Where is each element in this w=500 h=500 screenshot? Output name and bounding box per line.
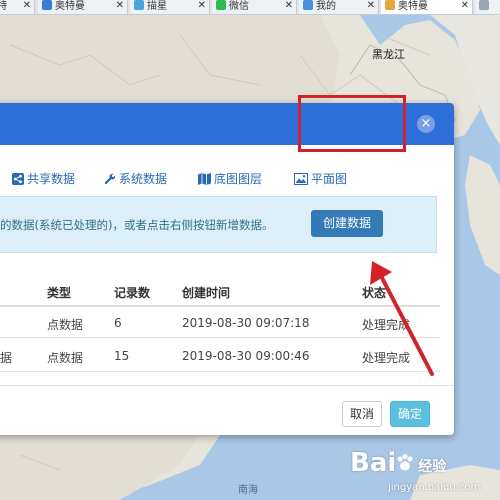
tab-favicon <box>42 0 52 10</box>
cell-name: 据 <box>0 351 13 365</box>
tab-favicon <box>216 0 226 10</box>
column-header-count: 记录数 <box>114 286 151 300</box>
tab-favicon <box>303 0 313 10</box>
browser-tab[interactable] <box>475 0 500 14</box>
row-divider <box>0 337 440 338</box>
cell-status: 处理完成 <box>362 318 411 332</box>
browser-tab-active[interactable]: 奥特曼 ✕ <box>381 0 473 14</box>
cancel-button[interactable]: 取消 <box>342 401 382 427</box>
ok-button[interactable]: 确定 <box>390 401 430 427</box>
browser-tab[interactable]: 奥特曼 ✕ <box>38 0 128 14</box>
cell-type: 点数据 <box>47 351 84 365</box>
tab-label: 共享数据 <box>27 172 76 186</box>
browser-tab-bar: 奥特 ✕ 奥特曼 ✕ 描星 ✕ 微信 ✕ 我的 ✕ 奥特曼 ✕ <box>0 0 500 15</box>
tab-basemap-layers[interactable]: 底图图层 <box>198 170 262 187</box>
cell-type: 点数据 <box>47 318 84 332</box>
baidu-watermark: Bai 经验 jingyan.baidu.com <box>340 448 500 500</box>
cell-created: 2019-08-30 09:00:46 <box>182 349 310 363</box>
header-divider <box>0 305 440 307</box>
image-icon <box>294 173 308 185</box>
tab-favicon <box>385 0 395 10</box>
cell-status: 处理完成 <box>362 351 411 365</box>
tab-label: 描星 <box>147 1 167 12</box>
row-divider <box>0 371 440 372</box>
close-icon[interactable]: × <box>417 115 435 133</box>
create-data-button[interactable]: 创建数据 <box>311 210 383 237</box>
logo-text: Bai <box>350 448 397 478</box>
info-alert: 的数据(系统已处理的)，或者点击右侧按钮新增数据。 创建数据 <box>0 196 437 253</box>
browser-tab[interactable]: 奥特 ✕ <box>0 0 35 14</box>
data-modal: × 共享数据 系统数据 底图图层 平面图 的数据(系统已处理的)，或者点击右侧按… <box>0 103 454 435</box>
browser-tab[interactable]: 描星 ✕ <box>130 0 210 14</box>
browser-tab[interactable]: 我的 ✕ <box>299 0 379 14</box>
column-header-status: 状态 <box>362 286 387 300</box>
browser-tab[interactable]: 微信 ✕ <box>212 0 297 14</box>
tab-label: 平面图 <box>311 172 348 186</box>
tab-shared-data[interactable]: 共享数据 <box>12 170 75 187</box>
tab-label: 底图图层 <box>214 172 263 186</box>
close-icon[interactable]: ✕ <box>23 0 31 12</box>
tab-label: 奥特曼 <box>398 1 428 12</box>
close-icon[interactable]: ✕ <box>285 0 293 12</box>
column-header-type: 类型 <box>47 286 72 300</box>
logo-suffix: 经验 <box>418 459 447 475</box>
modal-footer-divider <box>0 385 454 386</box>
wrench-icon <box>104 173 116 185</box>
tab-floor-plan[interactable]: 平面图 <box>294 170 347 187</box>
map-icon <box>198 173 211 185</box>
tab-favicon <box>134 0 144 10</box>
tab-system-data[interactable]: 系统数据 <box>104 170 167 187</box>
tab-label: 系统数据 <box>119 172 168 186</box>
column-header-created: 创建时间 <box>182 286 231 300</box>
close-icon[interactable]: ✕ <box>461 0 469 12</box>
tab-label: 我的 <box>316 1 336 12</box>
cell-count: 6 <box>114 316 122 330</box>
highlight-box <box>298 95 406 152</box>
map-label-nanhai: 南海 <box>238 485 258 496</box>
close-icon[interactable]: ✕ <box>367 0 375 12</box>
close-icon[interactable]: ✕ <box>198 0 206 12</box>
tab-label: 奥特 <box>0 1 7 12</box>
tab-favicon <box>479 0 489 10</box>
share-icon <box>12 173 24 185</box>
cell-count: 15 <box>114 349 130 363</box>
paw-icon <box>395 453 415 473</box>
tab-label: 奥特曼 <box>55 1 85 12</box>
tab-label: 微信 <box>229 1 249 12</box>
close-icon[interactable]: ✕ <box>116 0 124 12</box>
alert-text: 的数据(系统已处理的)，或者点击右侧按钮新增数据。 <box>0 218 274 232</box>
cell-created: 2019-08-30 09:07:18 <box>182 316 310 330</box>
modal-tab-bar: 共享数据 系统数据 底图图层 平面图 <box>0 170 454 190</box>
map-label-heilongjiang: 黑龙江 <box>372 48 405 61</box>
watermark-url: jingyan.baidu.com <box>388 482 481 493</box>
